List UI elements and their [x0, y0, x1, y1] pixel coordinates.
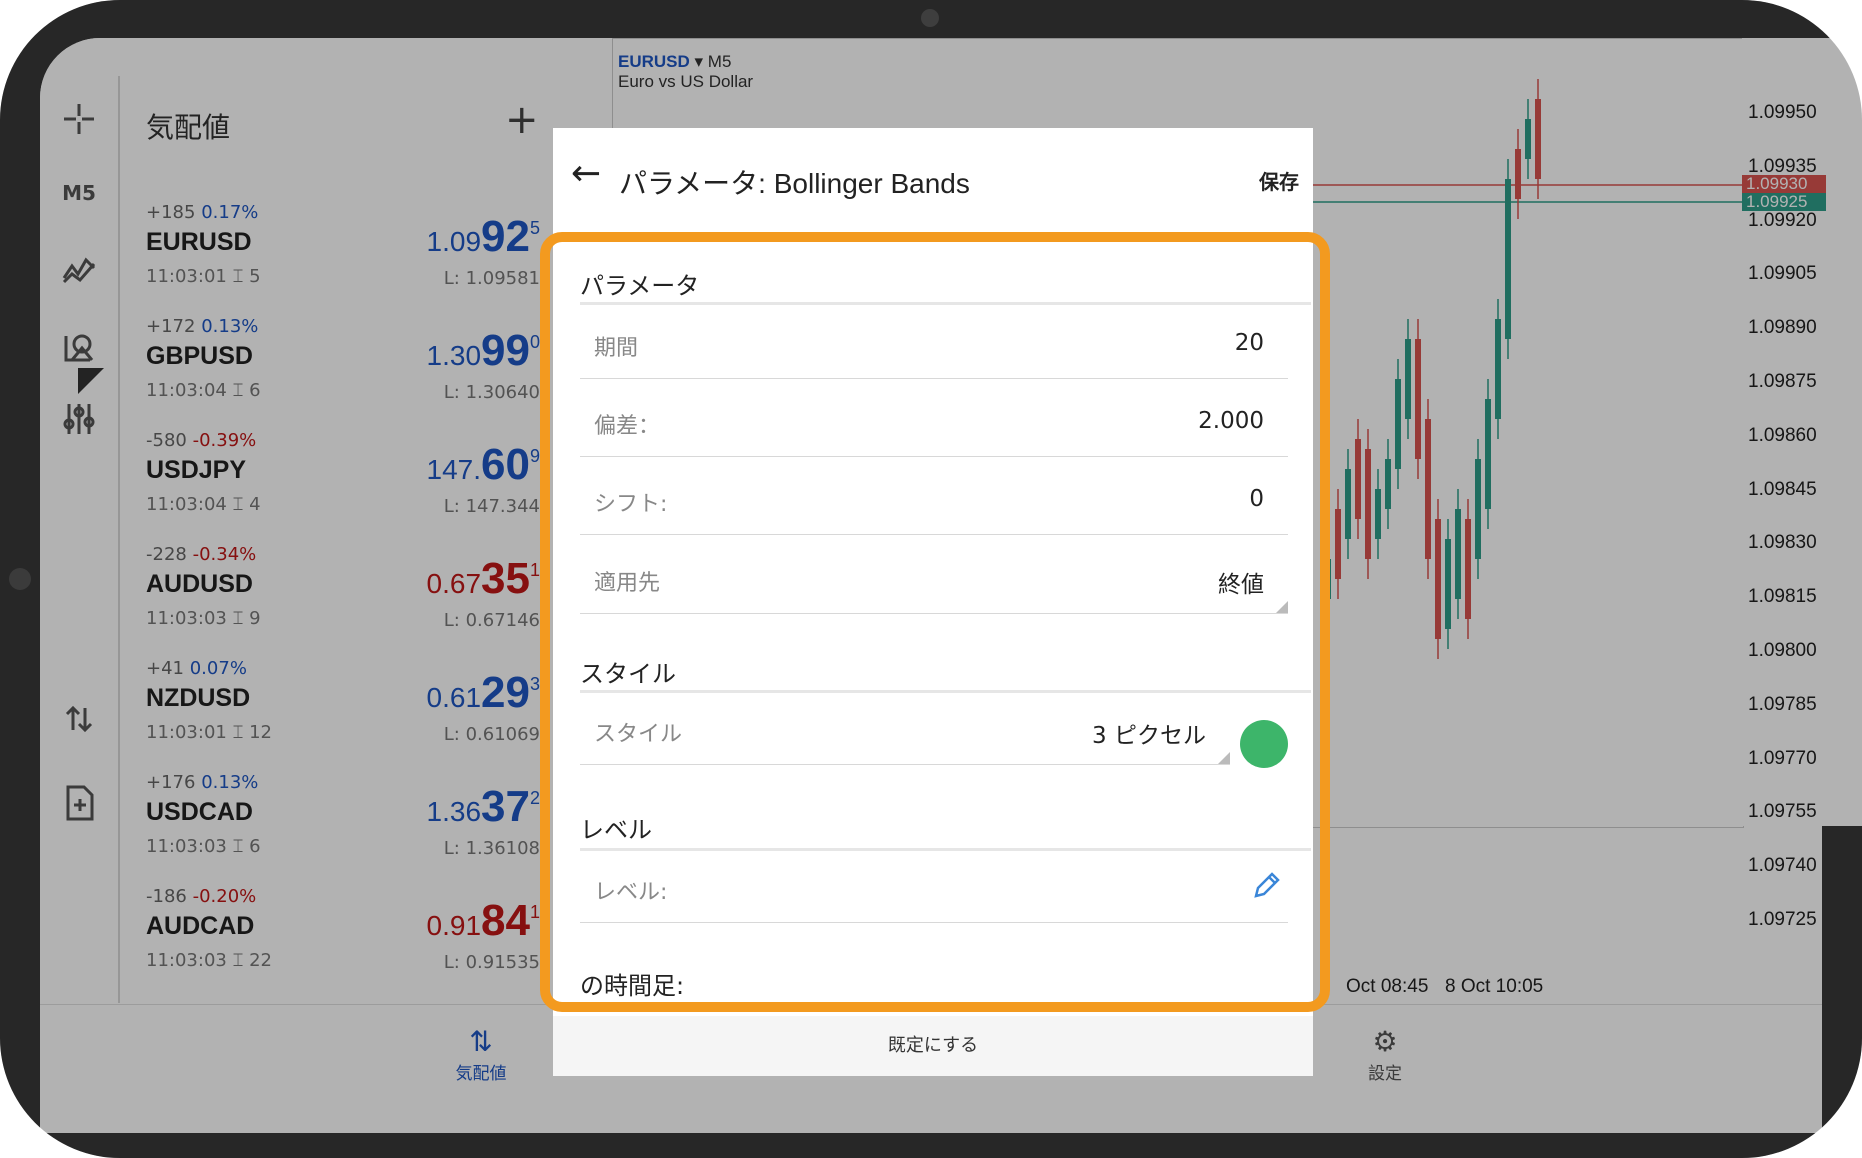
- save-button[interactable]: 保存: [1259, 166, 1299, 195]
- highlight-frame: [540, 232, 1330, 1012]
- dialog-header: ← パラメータ: Bollinger Bands 保存: [553, 128, 1313, 228]
- reset-default-button[interactable]: 既定にする: [553, 1016, 1313, 1076]
- dialog-title: パラメータ: Bollinger Bands: [619, 168, 970, 199]
- back-arrow-icon[interactable]: ←: [571, 156, 601, 192]
